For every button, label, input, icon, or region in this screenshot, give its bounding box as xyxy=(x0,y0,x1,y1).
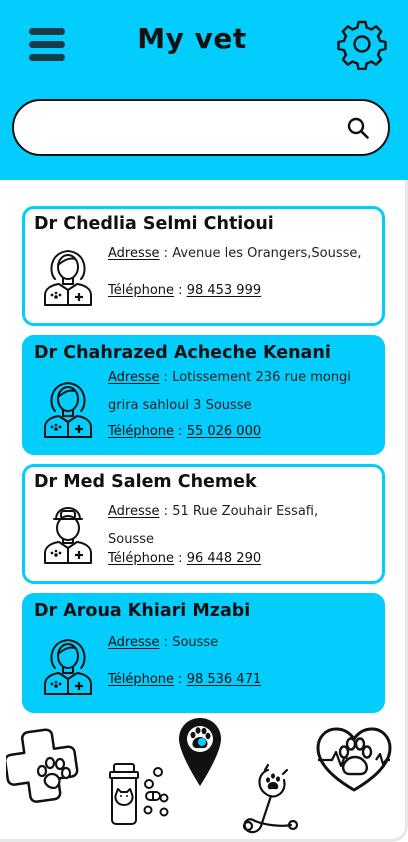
vet-cross-paw-icon[interactable] xyxy=(6,724,86,804)
phone-label: Téléphone xyxy=(108,551,175,566)
app-header: My vet xyxy=(0,0,408,180)
separator: : xyxy=(159,246,173,261)
separator: : xyxy=(159,504,173,519)
female-vet-avatar-icon xyxy=(44,250,92,306)
menu-bar xyxy=(29,54,65,61)
phone-label: Téléphone xyxy=(108,424,175,439)
vet-name: Dr Chahrazed Acheche Kenani xyxy=(34,343,331,363)
address-label: Adresse xyxy=(108,246,160,261)
separator: : xyxy=(159,635,173,650)
vet-address-continued: Sousse xyxy=(108,532,154,547)
search-icon[interactable] xyxy=(346,116,370,140)
separator: : xyxy=(174,672,187,687)
vet-phone-link[interactable]: 98 453 999 xyxy=(187,283,261,298)
vet-address-continued: grira sahloul 3 Sousse xyxy=(108,398,252,413)
vet-name: Dr Aroua Khiari Mzabi xyxy=(34,601,251,621)
address-label: Adresse xyxy=(108,504,160,519)
female-vet-avatar-icon xyxy=(44,382,92,438)
vet-card[interactable]: Dr Chahrazed Acheche Kenani Adresse : Lo… xyxy=(22,335,385,455)
vet-phone-link[interactable]: 55 026 000 xyxy=(187,424,261,439)
page-title: My vet xyxy=(137,22,247,55)
heart-paw-icon[interactable] xyxy=(314,724,394,796)
vet-address: Lotissement 236 rue mongi xyxy=(172,370,351,385)
vet-card[interactable]: Dr Chedlia Selmi Chtioui Adresse : Avenu… xyxy=(22,206,385,326)
vet-address: Avenue les Orangers,Sousse, xyxy=(172,246,362,261)
male-vet-avatar-icon xyxy=(44,507,92,564)
vet-card[interactable]: Dr Aroua Khiari Mzabi Adresse : Sousse T… xyxy=(22,593,385,713)
search-bar xyxy=(12,99,390,156)
vet-name: Dr Med Salem Chemek xyxy=(34,472,257,492)
vet-address: Sousse xyxy=(172,635,219,650)
pet-medicine-icon[interactable] xyxy=(104,760,176,830)
address-label: Adresse xyxy=(108,635,160,650)
gear-icon[interactable] xyxy=(336,18,388,70)
search-input[interactable] xyxy=(32,109,332,145)
vet-card[interactable]: Dr Med Salem Chemek Adresse : 51 Rue Zou… xyxy=(22,464,385,584)
vet-address: 51 Rue Zouhair Essafi, xyxy=(172,504,319,519)
female-vet-avatar-icon xyxy=(44,639,92,695)
vet-name: Dr Chedlia Selmi Chtioui xyxy=(34,214,274,234)
separator: : xyxy=(174,551,187,566)
address-label: Adresse xyxy=(108,370,160,385)
vet-phone-link[interactable]: 96 448 290 xyxy=(187,551,261,566)
phone-label: Téléphone xyxy=(108,672,175,687)
separator: : xyxy=(174,424,187,439)
separator: : xyxy=(174,283,187,298)
phone-label: Téléphone xyxy=(108,283,175,298)
vet-location-pin-icon[interactable] xyxy=(176,716,224,788)
separator: : xyxy=(159,370,173,385)
vet-phone-link[interactable]: 98 536 471 xyxy=(187,672,261,687)
bottom-nav xyxy=(0,712,408,842)
stethoscope-icon[interactable] xyxy=(238,760,308,840)
